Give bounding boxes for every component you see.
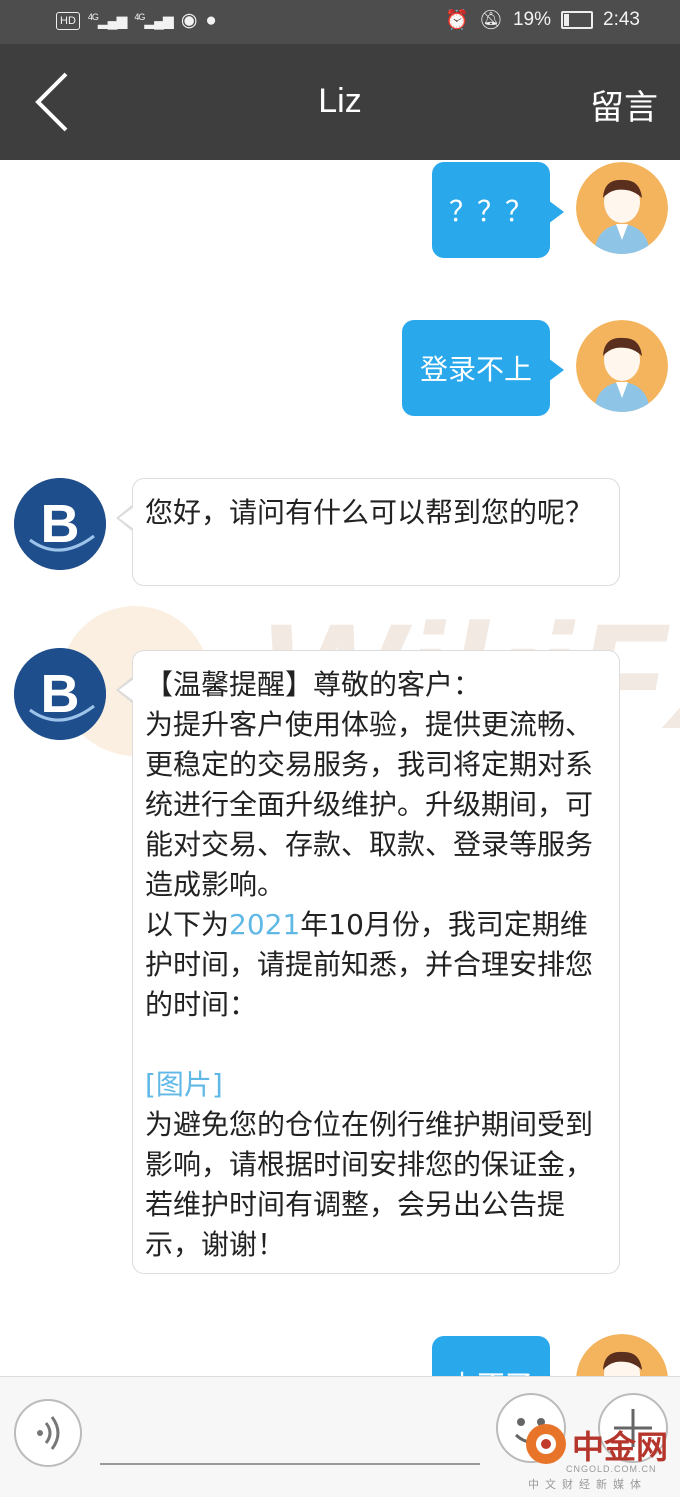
year-highlight: 2021 [229, 908, 301, 941]
user-avatar-icon [576, 320, 668, 412]
leave-message-button[interactable]: 留言 [590, 80, 658, 129]
brand-logo-icon [526, 1424, 566, 1464]
agent-logo-icon: B [14, 648, 106, 740]
signal-icon-2: 4G▂▄▆ [134, 11, 173, 29]
message-text: 您好，请问有什么可以帮到您的呢？ [145, 496, 594, 529]
status-left-icons: HD 4G▂▄▆ 4G▂▄▆ ◉ ● [56, 9, 217, 32]
notice-paragraph: 为避免您的仓位在例行维护期间受到影响，请根据时间安排您的保证金，若维护时间有调整… [145, 1108, 594, 1261]
agent-logo-icon: B [14, 478, 106, 570]
user-avatar-icon [576, 1334, 668, 1376]
voice-icon [37, 1416, 60, 1450]
brand-watermark: 中金网 CNGOLD.COM.CN 中文财经新媒体 [520, 1420, 680, 1496]
notice-heading: 【温馨提醒】尊敬的客户： [145, 668, 482, 701]
notice-paragraph: 为提升客户使用体验，提供更流畅、更稳定的交易服务，我司将定期对系统进行全面升级维… [145, 708, 594, 901]
clock: 2:43 [603, 9, 640, 30]
alarm-icon: ⏰ [445, 10, 469, 31]
status-right-icons: ⏰ 🔕︎ 19% 2:43 [445, 8, 640, 32]
signal-icon-1: 4G▂▄▆ [87, 11, 127, 29]
message-text: 登录不上 [419, 353, 532, 386]
outgoing-message-bubble[interactable]: ？？？ [432, 162, 564, 258]
incoming-message-bubble[interactable]: 【温馨提醒】尊敬的客户： 为提升客户使用体验，提供更流畅、更稳定的交易服务，我司… [116, 650, 620, 1274]
image-link[interactable]: [图片] [145, 1065, 607, 1105]
chat-title: Liz [318, 82, 362, 120]
outgoing-message-bubble[interactable]: 登录不上 [402, 320, 564, 416]
status-bar: HD 4G▂▄▆ 4G▂▄▆ ◉ ● ⏰ 🔕︎ 19% 2:43 [0, 0, 680, 44]
voice-button[interactable] [14, 1399, 82, 1467]
battery-icon [561, 11, 594, 29]
mute-icon: 🔕︎ [478, 10, 503, 31]
user-avatar-icon [576, 162, 668, 254]
hd-indicator: HD [56, 11, 80, 30]
user-avatar[interactable] [576, 162, 668, 254]
brand-name: 中金网 [572, 1428, 669, 1466]
app-icon: ◉ [180, 10, 198, 31]
notice-schedule-line: 以下为2021年10月份，我司定期维护时间，请提前知悉，并合理安排您的时间： [145, 908, 594, 1021]
nav-bar: Liz 留言 [0, 44, 680, 160]
message-icon: ● [205, 9, 217, 31]
message-text: ？？？ [448, 195, 533, 228]
svg-text:B: B [41, 494, 80, 554]
incoming-message-bubble[interactable]: 您好，请问有什么可以帮到您的呢？ [116, 478, 620, 586]
agent-avatar[interactable]: B [14, 648, 106, 740]
svg-text:B: B [41, 664, 80, 724]
brand-tagline: 中文财经新媒体 [528, 1478, 647, 1491]
user-avatar[interactable] [576, 1334, 668, 1376]
battery-percent: 19% [512, 9, 552, 30]
chat-area[interactable]: WikiFX ？？？ 登录不上 B 您好 [0, 160, 680, 1376]
outgoing-message-bubble[interactable]: 上不了 [432, 1336, 564, 1376]
brand-url: CNGOLD.COM.CN [566, 1464, 657, 1474]
message-text: 上不了 [449, 1364, 533, 1376]
agent-avatar[interactable]: B [14, 478, 106, 570]
user-avatar[interactable] [576, 320, 668, 412]
message-input[interactable] [100, 1407, 480, 1465]
